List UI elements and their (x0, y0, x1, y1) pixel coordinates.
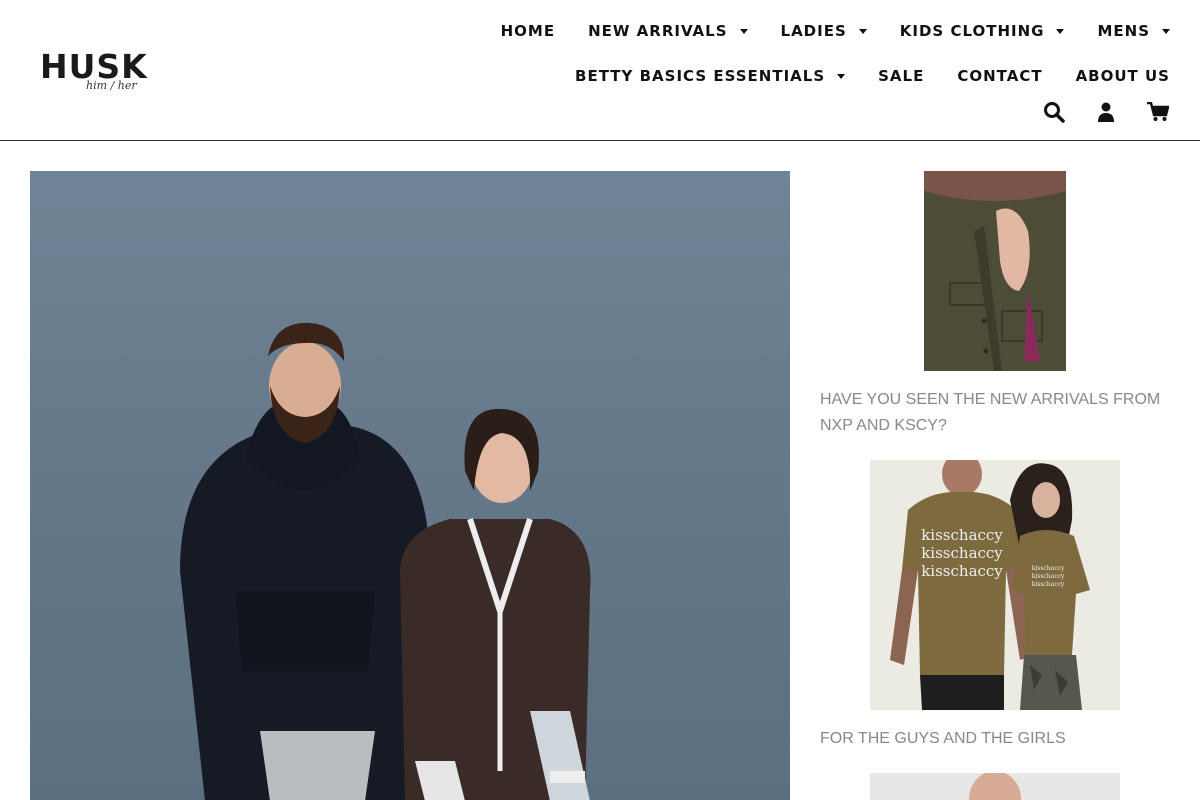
nav-about-us[interactable]: ABOUT US (1076, 67, 1170, 85)
sidebar-post-2-image[interactable]: kisschaccy kisschaccy kisschaccy kisscha… (870, 460, 1120, 710)
nav-ladies[interactable]: LADIES (781, 22, 867, 40)
sidebar-post-1-image[interactable] (924, 171, 1066, 371)
shirt-print-small-3: kisschaccy (1032, 581, 1065, 588)
header-icons (1014, 100, 1170, 124)
dropdown-caret-icon (739, 28, 748, 34)
logo-tagline: him / her (86, 79, 137, 92)
nav-new-arrivals[interactable]: NEW ARRIVALS (588, 22, 748, 40)
model-photo-illustration (870, 773, 1120, 800)
account-icon[interactable] (1094, 100, 1118, 124)
site-header: HUSK him / her HOME NEW ARRIVALS LADIES … (0, 0, 1200, 141)
sidebar-post-1-title[interactable]: HAVE YOU SEEN THE NEW ARRIVALS FROM NXP … (820, 387, 1180, 439)
nav-label: CONTACT (957, 67, 1043, 85)
main-nav-row-1: HOME NEW ARRIVALS LADIES KIDS CLOTHING M… (468, 22, 1170, 40)
shirt-print-line-2: kisschaccy (921, 544, 1003, 562)
nav-label: SALE (878, 67, 925, 85)
dropdown-caret-icon (1162, 28, 1170, 34)
nav-label: ABOUT US (1075, 67, 1170, 85)
hero-photo-illustration (180, 322, 591, 800)
nav-kids-clothing[interactable]: KIDS CLOTHING (900, 22, 1065, 40)
nav-sale[interactable]: SALE (878, 67, 924, 85)
shirt-print-small-2: kisschaccy (1032, 573, 1065, 580)
nav-label: KIDS CLOTHING (899, 22, 1045, 40)
nav-label: HOME (500, 22, 556, 40)
dropdown-caret-icon (858, 28, 867, 34)
shirt-print-line-1: kisschaccy (921, 526, 1003, 544)
hero-image[interactable] (30, 171, 790, 800)
nav-contact[interactable]: CONTACT (957, 67, 1042, 85)
cart-icon[interactable] (1146, 100, 1170, 124)
nav-label: NEW ARRIVALS (588, 22, 728, 40)
search-icon[interactable] (1042, 100, 1066, 124)
dropdown-caret-icon (837, 73, 846, 79)
sidebar-post-2-title[interactable]: FOR THE GUYS AND THE GIRLS (820, 726, 1180, 752)
shirt-print-line-3: kisschaccy (921, 562, 1003, 580)
dropdown-caret-icon (1056, 28, 1065, 34)
nav-label: MENS (1097, 22, 1150, 40)
tshirt-photo-illustration: kisschaccy kisschaccy kisschaccy kisscha… (870, 460, 1120, 710)
nav-mens[interactable]: MENS (1097, 22, 1170, 40)
nav-label: LADIES (780, 22, 847, 40)
jacket-photo-illustration (924, 171, 1066, 371)
nav-label: BETTY BASICS ESSENTIALS (575, 67, 826, 85)
nav-betty-basics[interactable]: BETTY BASICS ESSENTIALS (575, 67, 846, 85)
shirt-print-small-1: kisschaccy (1032, 565, 1065, 572)
sidebar-post-3-image[interactable] (870, 773, 1120, 800)
site-logo[interactable]: HUSK him / her (40, 50, 152, 94)
main-nav-row-2: BETTY BASICS ESSENTIALS SALE CONTACT ABO… (542, 67, 1170, 85)
nav-home[interactable]: HOME (501, 22, 555, 40)
